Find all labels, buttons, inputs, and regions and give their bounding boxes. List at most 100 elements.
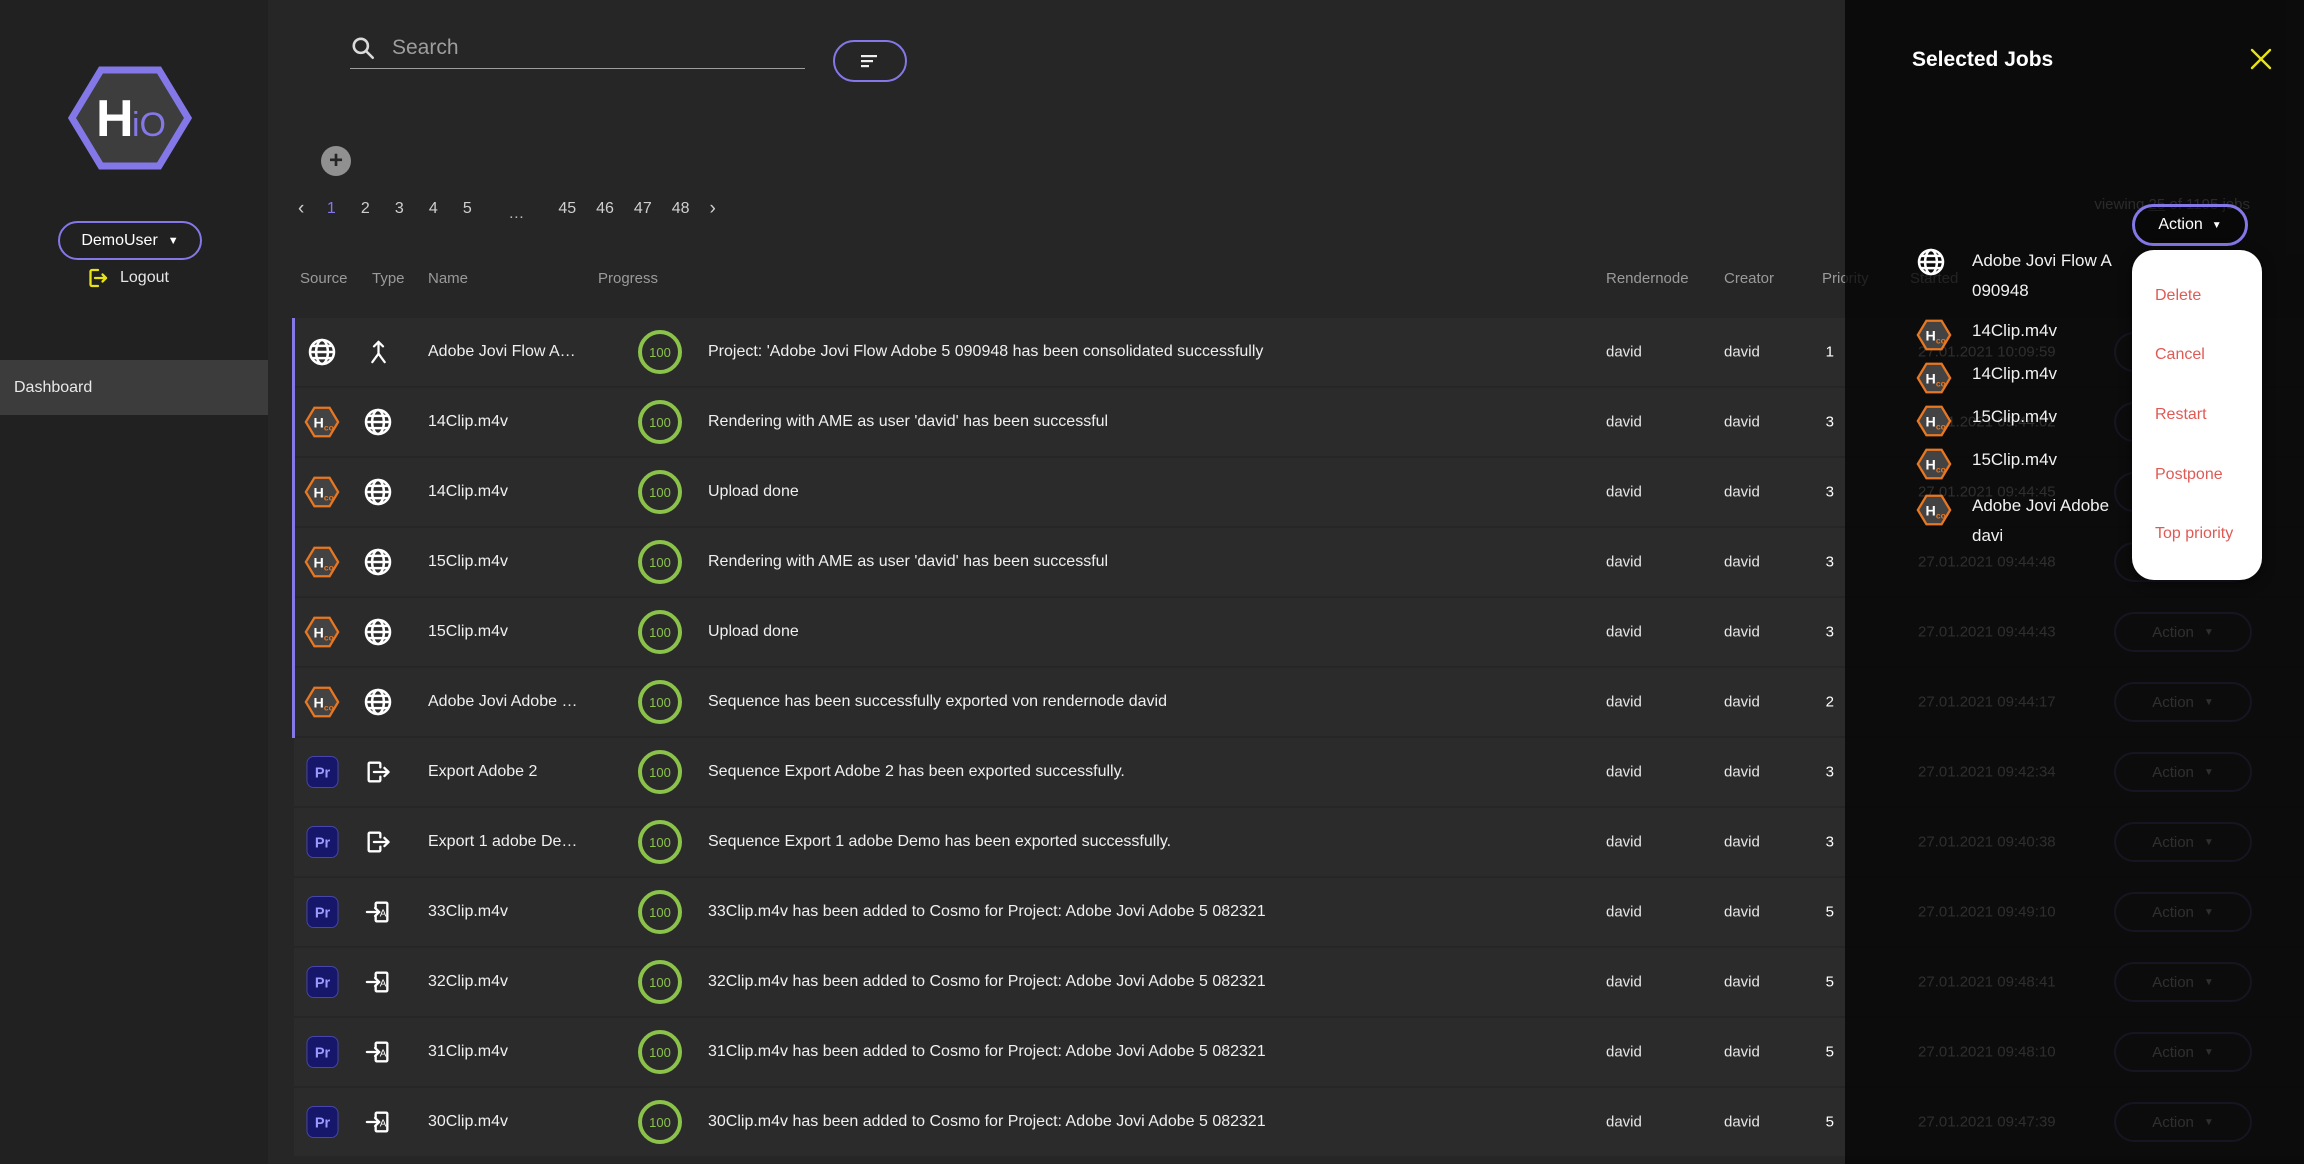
add-job-button[interactable]: + <box>321 146 351 176</box>
type-cell <box>360 476 396 508</box>
selected-job-name: davi <box>1972 526 2003 546</box>
source-cell: Hco <box>302 683 342 721</box>
type-cell <box>360 758 396 786</box>
svg-text:co: co <box>1936 336 1946 346</box>
svg-text:co: co <box>1936 379 1946 389</box>
creator-value: david <box>1724 904 1760 921</box>
close-icon[interactable] <box>2249 47 2273 71</box>
progress-value: 100 <box>649 415 671 430</box>
job-message: Project: 'Adobe Jovi Flow Adobe 5 090948… <box>708 343 1263 361</box>
menu-item-restart[interactable]: Restart <box>2132 406 2262 424</box>
svg-text:co: co <box>324 633 334 643</box>
type-cell: A <box>360 1108 396 1136</box>
priority-value: 3 <box>1810 624 1834 641</box>
job-message: Sequence Export 1 adobe Demo has been ex… <box>708 833 1171 851</box>
progress-value: 100 <box>649 345 671 360</box>
pagination-page-47[interactable]: 47 <box>634 200 652 218</box>
source-cell: Hco <box>302 473 342 511</box>
type-cell <box>360 686 396 718</box>
job-name: 14Clip.m4v <box>428 483 610 501</box>
hco-icon: Hco <box>303 613 341 651</box>
creator-value: david <box>1724 1114 1760 1131</box>
filter-button[interactable] <box>833 40 907 82</box>
source-cell: Pr <box>302 756 342 789</box>
column-header-creator[interactable]: Creator <box>1724 270 1774 287</box>
progress-value: 100 <box>649 555 671 570</box>
creator-value: david <box>1724 694 1760 711</box>
pagination-page-48[interactable]: 48 <box>672 200 690 218</box>
menu-item-cancel[interactable]: Cancel <box>2132 346 2262 364</box>
globe-icon <box>362 546 394 578</box>
type-cell <box>360 546 396 578</box>
creator-value: david <box>1724 834 1760 851</box>
search-input[interactable] <box>390 35 805 61</box>
pagination-page-1[interactable]: 1 <box>324 200 338 218</box>
svg-text:co: co <box>324 493 334 503</box>
menu-item-top-priority[interactable]: Top priority <box>2132 525 2262 543</box>
menu-item-postpone[interactable]: Postpone <box>2132 466 2262 484</box>
pr-icon: Pr <box>306 966 339 999</box>
svg-text:co: co <box>324 563 334 573</box>
pagination-page-4[interactable]: 4 <box>426 200 440 218</box>
priority-value: 3 <box>1810 834 1834 851</box>
pagination-next-icon[interactable]: › <box>710 198 716 220</box>
column-header-rendernode[interactable]: Rendernode <box>1606 270 1689 287</box>
progress-value: 100 <box>649 485 671 500</box>
sidebar-item-label: Dashboard <box>14 379 92 397</box>
priority-value: 3 <box>1810 764 1834 781</box>
svg-text:H: H <box>313 416 323 432</box>
selected-job-name: 15Clip.m4v <box>1972 407 2057 427</box>
menu-item-delete[interactable]: Delete <box>2132 287 2262 305</box>
job-message: 32Clip.m4v has been added to Cosmo for P… <box>708 973 1266 991</box>
pagination-page-46[interactable]: 46 <box>596 200 614 218</box>
globe-icon <box>362 616 394 648</box>
panel-action-button[interactable]: Action ▼ <box>2132 204 2248 246</box>
svg-text:co: co <box>324 703 334 713</box>
column-header-name[interactable]: Name <box>428 270 468 287</box>
sidebar: H iO DemoUser ▼ Logout Dashboard <box>0 0 268 1164</box>
selected-job-name: Adobe Jovi Flow A <box>1972 251 2112 271</box>
search-bar <box>350 28 805 69</box>
hco-icon: Hco <box>303 473 341 511</box>
export-icon <box>364 758 392 786</box>
pr-icon: Pr <box>306 756 339 789</box>
search-icon <box>350 35 376 61</box>
svg-text:Pr: Pr <box>314 975 330 991</box>
column-header-source[interactable]: Source <box>300 270 348 287</box>
pagination-prev-icon[interactable]: ‹ <box>298 198 304 220</box>
job-name: 14Clip.m4v <box>428 413 610 431</box>
logout-button[interactable]: Logout <box>86 266 169 290</box>
panel-action-label: Action <box>2158 216 2202 234</box>
type-cell <box>360 616 396 648</box>
hco-icon: Hco <box>303 543 341 581</box>
selected-job-name: 15Clip.m4v <box>1972 450 2057 470</box>
column-header-progress[interactable]: Progress <box>598 270 658 287</box>
job-name: 33Clip.m4v <box>428 903 610 921</box>
rendernode-value: david <box>1606 554 1642 571</box>
svg-text:H: H <box>313 626 323 642</box>
job-message: Upload done <box>708 483 799 501</box>
job-name: Adobe Jovi Adobe … <box>428 693 610 711</box>
svg-text:H: H <box>1925 329 1935 345</box>
pagination-page-3[interactable]: 3 <box>392 200 406 218</box>
pagination-page-45[interactable]: 45 <box>558 200 576 218</box>
type-cell <box>360 339 396 366</box>
user-menu-button[interactable]: DemoUser ▼ <box>58 221 202 260</box>
selected-rows-indicator <box>292 318 295 738</box>
job-message: Upload done <box>708 623 799 641</box>
pagination-page-5[interactable]: 5 <box>460 200 474 218</box>
consolidate-icon <box>365 339 392 366</box>
svg-text:co: co <box>324 423 334 433</box>
filter-lines-icon <box>859 53 881 69</box>
priority-value: 3 <box>1810 484 1834 501</box>
globe-icon <box>362 686 394 718</box>
logout-label: Logout <box>120 269 169 287</box>
type-cell: A <box>360 968 396 996</box>
source-cell: Hco <box>302 403 342 441</box>
sidebar-item-dashboard[interactable]: Dashboard <box>0 360 268 415</box>
svg-text:H: H <box>96 90 134 148</box>
svg-text:Pr: Pr <box>314 1115 330 1131</box>
pagination-page-2[interactable]: 2 <box>358 200 372 218</box>
rendernode-value: david <box>1606 904 1642 921</box>
column-header-type[interactable]: Type <box>372 270 405 287</box>
